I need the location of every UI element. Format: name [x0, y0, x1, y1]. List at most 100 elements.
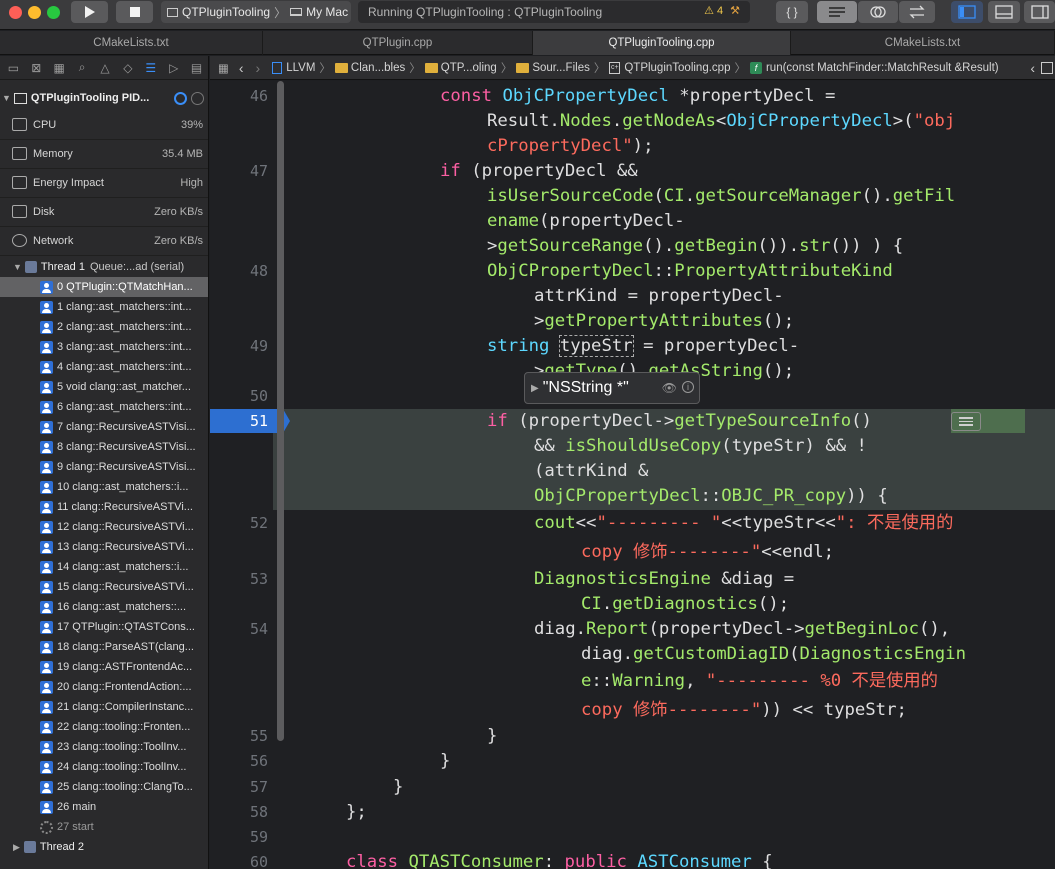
thread-1-row[interactable]: ▼ Thread 1 Queue:...ad (serial) — [0, 257, 208, 277]
line-number[interactable]: 58 — [210, 803, 268, 821]
jump-item-folder-3[interactable]: Sour...Files — [516, 62, 590, 74]
stack-frame-row[interactable]: 5 void clang::ast_matcher... — [0, 377, 208, 397]
line-number[interactable]: 49 — [210, 337, 268, 355]
stack-frame-row[interactable]: 21 clang::CompilerInstanc... — [0, 697, 208, 717]
jump-item-folder-2[interactable]: QTP...oling — [424, 62, 497, 74]
stack-frame-row[interactable]: 20 clang::FrontendAction:... — [0, 677, 208, 697]
assistant-editor-button[interactable] — [858, 1, 898, 23]
line-number[interactable]: 51 — [210, 412, 268, 430]
jump-item-folder-1[interactable]: Clan...bles — [334, 62, 405, 74]
scheme-separator: 〉 — [274, 5, 287, 20]
back-chevron-icon[interactable]: ‹ — [239, 60, 244, 76]
warning-badge[interactable]: ⚠ 4 ⚒ — [704, 4, 740, 18]
test-icon[interactable]: ◇ — [116, 58, 139, 78]
stack-frame-row[interactable]: 1 clang::ast_matchers::int... — [0, 297, 208, 317]
breakpoint-icon[interactable]: ▷ — [162, 58, 185, 78]
gauge-disk[interactable]: Disk Zero KB/s — [0, 197, 208, 226]
close-window-button[interactable] — [9, 6, 22, 19]
line-number-gutter[interactable] — [210, 81, 273, 869]
stack-frame-row[interactable]: 15 clang::RecursiveASTVi... — [0, 577, 208, 597]
source-control-icon[interactable]: ⊠ — [25, 58, 48, 78]
stack-frame-row[interactable]: 16 clang::ast_matchers::... — [0, 597, 208, 617]
stack-frame-row[interactable]: 24 clang::tooling::ToolInv... — [0, 757, 208, 777]
gauge-energy[interactable]: Energy Impact High — [0, 168, 208, 197]
forward-chevron-icon[interactable]: › — [256, 60, 261, 76]
line-number[interactable]: 56 — [210, 752, 268, 770]
play-icon — [84, 6, 95, 18]
symbol-icon[interactable]: ▦ — [48, 58, 71, 78]
jump-item-function[interactable]: f run(const MatchFinder::MatchResult &Res… — [749, 61, 999, 74]
line-number[interactable]: 47 — [210, 162, 268, 180]
stack-frame-row[interactable]: 13 clang::RecursiveASTVi... — [0, 537, 208, 557]
stack-frame-row[interactable]: 11 clang::RecursiveASTVi... — [0, 497, 208, 517]
disclosure-closed-icon[interactable]: ▶ — [531, 383, 539, 394]
run-button[interactable] — [71, 1, 108, 23]
minimize-window-button[interactable] — [28, 6, 41, 19]
eye-icon[interactable]: 👁 — [662, 381, 677, 395]
stack-frame-row[interactable]: 25 clang::tooling::ClangTo... — [0, 777, 208, 797]
stack-frame-row[interactable]: 14 clang::ast_matchers::i... — [0, 557, 208, 577]
tab-cmakelists-1[interactable]: CMakeLists.txt — [0, 31, 263, 55]
pause-circle-icon[interactable] — [191, 91, 204, 105]
stack-frame-row[interactable]: 19 clang::ASTFrontendAc... — [0, 657, 208, 677]
line-number[interactable]: 59 — [210, 828, 268, 846]
stack-frame-row[interactable]: 18 clang::ParseAST(clang... — [0, 637, 208, 657]
debug-icon[interactable]: ☰ — [139, 58, 162, 78]
chevron-left-icon[interactable]: ‹ — [1030, 60, 1035, 76]
line-number[interactable]: 46 — [210, 87, 268, 105]
process-row[interactable]: ▼ QTPluginTooling PID... — [0, 88, 208, 108]
stack-frame-row[interactable]: 26 main — [0, 797, 208, 817]
stack-frame-row[interactable]: 12 clang::RecursiveASTVi... — [0, 517, 208, 537]
gauge-cpu[interactable]: CPU 39% — [0, 110, 208, 139]
thread-2-row[interactable]: ▶ Thread 2 — [0, 837, 208, 857]
line-number[interactable]: 50 — [210, 387, 268, 405]
line-number[interactable]: 52 — [210, 514, 268, 532]
code-annotation-button[interactable] — [951, 412, 981, 431]
add-editor-icon[interactable] — [1041, 61, 1053, 74]
line-number[interactable]: 57 — [210, 778, 268, 796]
toggle-inspector-button[interactable] — [1024, 1, 1055, 23]
stack-frame-row[interactable]: 22 clang::tooling::Fronten... — [0, 717, 208, 737]
issue-icon[interactable]: △ — [94, 58, 117, 78]
stack-frame-row[interactable]: 0 QTPlugin::QTMatchHan... — [0, 277, 208, 297]
line-number[interactable]: 48 — [210, 262, 268, 280]
line-number[interactable]: 54 — [210, 620, 268, 638]
gauge-network[interactable]: Network Zero KB/s — [0, 226, 208, 255]
variable-value-popover[interactable]: ▶ "NSString *" 👁 i — [524, 372, 700, 404]
zoom-window-button[interactable] — [47, 6, 60, 19]
stack-frame-row[interactable]: 9 clang::RecursiveASTVisi... — [0, 457, 208, 477]
editor-scrollbar[interactable] — [277, 81, 284, 741]
stack-frame-row[interactable]: 2 clang::ast_matchers::int... — [0, 317, 208, 337]
standard-editor-button[interactable] — [817, 1, 857, 23]
related-items-icon[interactable]: ▦ — [218, 61, 229, 75]
line-number[interactable]: 53 — [210, 570, 268, 588]
line-number[interactable]: 60 — [210, 853, 268, 869]
tab-cmakelists-2[interactable]: CMakeLists.txt — [791, 31, 1055, 55]
stack-frame-row[interactable]: 27 start — [0, 817, 208, 837]
search-icon[interactable]: ⌕ — [71, 58, 94, 78]
tab-qtplugintooling-cpp[interactable]: QTPluginTooling.cpp — [533, 31, 791, 55]
jump-item-project[interactable]: LLVM — [272, 61, 315, 74]
source-editor[interactable]: 46 47 48 49 50 51 52 53 54 55 56 57 58 59 60 const Obj… — [210, 81, 1055, 869]
line-number[interactable]: 55 — [210, 727, 268, 745]
stack-frame-row[interactable]: 3 clang::ast_matchers::int... — [0, 337, 208, 357]
report-icon[interactable]: ▤ — [185, 58, 208, 78]
stack-frame-row[interactable]: 17 QTPlugin::QTASTCons... — [0, 617, 208, 637]
toggle-debug-area-button[interactable] — [988, 1, 1020, 23]
tab-qtplugin-cpp[interactable]: QTPlugin.cpp — [263, 31, 533, 55]
info-icon[interactable]: i — [682, 381, 694, 393]
stack-frame-row[interactable]: 6 clang::ast_matchers::int... — [0, 397, 208, 417]
toggle-navigator-button[interactable] — [951, 1, 983, 23]
stack-frame-row[interactable]: 23 clang::tooling::ToolInv... — [0, 737, 208, 757]
gauge-memory[interactable]: Memory 35.4 MB — [0, 139, 208, 168]
stop-button[interactable] — [116, 1, 153, 23]
scheme-selector[interactable]: QTPluginTooling 〉 My Mac — [161, 1, 351, 23]
stack-frame-row[interactable]: 7 clang::RecursiveASTVisi... — [0, 417, 208, 437]
folder-icon[interactable]: ▭ — [2, 58, 25, 78]
stack-frame-row[interactable]: 10 clang::ast_matchers::i... — [0, 477, 208, 497]
stack-frame-row[interactable]: 8 clang::RecursiveASTVisi... — [0, 437, 208, 457]
version-editor-button[interactable] — [899, 1, 935, 23]
code-review-button[interactable]: { } — [776, 1, 808, 23]
jump-item-file[interactable]: c+ QTPluginTooling.cpp — [609, 61, 730, 74]
stack-frame-row[interactable]: 4 clang::ast_matchers::int... — [0, 357, 208, 377]
